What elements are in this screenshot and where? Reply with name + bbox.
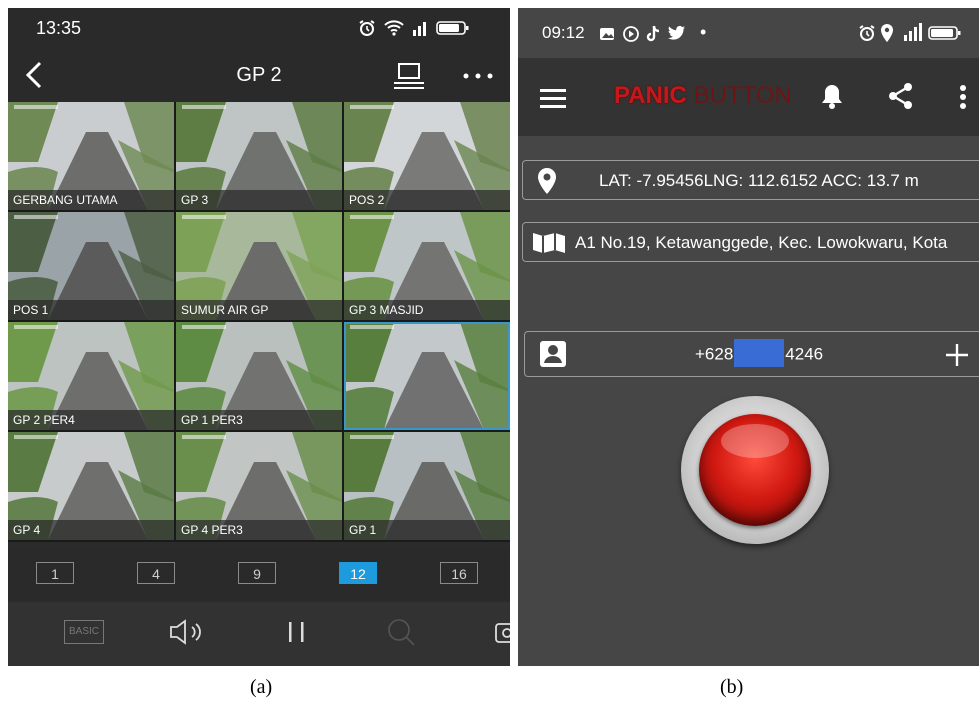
phone-a-screen: 13:35 GP 2 GERBANG UTAMA GP 3 POS 2 POS 1 SU… (8, 8, 510, 666)
app-bar: PANIC BUTTON (518, 58, 979, 136)
camera-label: POS 2 (344, 190, 510, 210)
app-header: GP 2 (8, 50, 510, 102)
tiktok-icon (646, 25, 660, 42)
camera-label: GP 1 PER3 (176, 410, 342, 430)
share-icon[interactable] (888, 82, 914, 110)
speaker-icon[interactable] (168, 618, 208, 646)
address-text: A1 No.19, Ketawanggede, Kec. Lowokwaru, … (575, 233, 948, 252)
menu-icon[interactable] (540, 88, 566, 108)
status-time: 09:12 (542, 23, 585, 42)
bottom-toolbar: BASIC (8, 602, 510, 666)
camera-label: GP 4 PER3 (176, 520, 342, 540)
record-icon (623, 26, 639, 42)
phone-suffix: 4246 (785, 344, 824, 364)
camera-tile[interactable]: GP 2 PER4 (8, 322, 174, 430)
button-gloss (721, 424, 789, 458)
twitter-icon (668, 25, 685, 40)
bell-icon[interactable] (820, 82, 844, 110)
layout-selector: 1 4 9 12 16 (8, 548, 510, 600)
camera-tile[interactable]: GP 4 (8, 432, 174, 540)
battery-icon (928, 26, 961, 40)
timestamp-overlay (182, 325, 226, 329)
logo-text-panic: PANIC (614, 82, 687, 109)
signal-icon (413, 22, 426, 36)
map-icon (533, 233, 565, 253)
page-title: GP 2 (236, 64, 282, 86)
timestamp-overlay (350, 105, 394, 109)
coordinates-text: LAT: -7.95456LNG: 112.6152 ACC: 13.7 m (599, 171, 919, 190)
camera-label: GP 4 (8, 520, 174, 540)
timestamp-overlay (182, 105, 226, 109)
contact-phone: +628 4246 (695, 339, 824, 367)
camera-tile[interactable]: GP 3 MASJID (344, 212, 510, 320)
timestamp-overlay (350, 435, 394, 439)
redaction-box (734, 339, 785, 367)
alarm-icon (359, 20, 375, 36)
layout-1-button[interactable]: 1 (36, 562, 74, 584)
phone-prefix: +628 (695, 344, 734, 364)
timestamp-overlay (14, 215, 58, 219)
caption-b: (b) (720, 676, 744, 698)
camera-icon[interactable] (494, 618, 510, 646)
camera-label: SUMUR AIR GP (176, 300, 342, 320)
panic-button-icon[interactable] (681, 396, 829, 544)
timestamp-overlay (14, 105, 58, 109)
alarm-icon (859, 25, 875, 41)
contact-icon (540, 341, 566, 367)
camera-label: GP 2 PER4 (8, 410, 174, 430)
logo-text-button: BUTTON (693, 82, 792, 109)
camera-feed (344, 322, 510, 430)
camera-tile[interactable]: GP 4 PER3 (176, 432, 342, 540)
panic-button[interactable] (699, 414, 811, 526)
camera-tile[interactable]: GP 3 (176, 102, 342, 210)
more-dots-icon[interactable] (460, 62, 496, 90)
camera-grid: GERBANG UTAMA GP 3 POS 2 POS 1 SUMUR AIR GP G… (8, 102, 510, 542)
address-field: A1 No.19, Ketawanggede, Kec. Lowokwaru, … (522, 222, 979, 262)
timestamp-overlay (182, 435, 226, 439)
timestamp-overlay (350, 215, 394, 219)
status-time: 13:35 (36, 18, 82, 38)
layout-16-button[interactable]: 16 (440, 562, 478, 584)
wifi-icon (384, 20, 404, 36)
camera-tile[interactable]: GP 1 (344, 432, 510, 540)
status-dot: • (700, 22, 707, 42)
layout-4-button[interactable]: 4 (137, 562, 175, 584)
gallery-icon (600, 28, 614, 40)
contact-field[interactable]: +628 4246 (524, 331, 979, 377)
status-bar: 13:35 (8, 8, 510, 50)
monitor-icon[interactable] (392, 62, 426, 90)
camera-tile[interactable]: SUMUR AIR GP (176, 212, 342, 320)
phone-b-screen: 09:12 • PANIC BUTTON LAT: -7.95456LNG: 1… (518, 8, 979, 666)
camera-label: GP 3 MASJID (344, 300, 510, 320)
add-icon[interactable] (945, 343, 969, 367)
timestamp-overlay (14, 435, 58, 439)
camera-tile[interactable] (344, 322, 510, 430)
app-logo: PANIC BUTTON (614, 82, 792, 110)
camera-tile[interactable]: POS 1 (8, 212, 174, 320)
layout-12-button[interactable]: 12 (339, 562, 377, 584)
status-bar: 09:12 • (518, 8, 979, 58)
camera-label: GERBANG UTAMA (8, 190, 174, 210)
signal-icon (904, 23, 922, 41)
caption-a: (a) (250, 676, 273, 698)
layout-9-button[interactable]: 9 (238, 562, 276, 584)
camera-label: POS 1 (8, 300, 174, 320)
location-icon (881, 24, 893, 42)
timestamp-overlay (350, 325, 394, 329)
timestamp-overlay (14, 325, 58, 329)
camera-label: GP 3 (176, 190, 342, 210)
timestamp-overlay (182, 215, 226, 219)
camera-tile[interactable]: GERBANG UTAMA (8, 102, 174, 210)
battery-icon (436, 21, 469, 35)
pause-icon[interactable] (286, 618, 308, 646)
camera-tile[interactable]: GP 1 PER3 (176, 322, 342, 430)
camera-tile[interactable]: POS 2 (344, 102, 510, 210)
location-pin-icon (538, 168, 556, 194)
overflow-icon[interactable] (959, 84, 967, 110)
basic-button[interactable]: BASIC (64, 620, 104, 644)
coordinates-field: LAT: -7.95456LNG: 112.6152 ACC: 13.7 m (522, 160, 979, 200)
camera-label: GP 1 (344, 520, 510, 540)
search-icon[interactable] (386, 617, 416, 647)
